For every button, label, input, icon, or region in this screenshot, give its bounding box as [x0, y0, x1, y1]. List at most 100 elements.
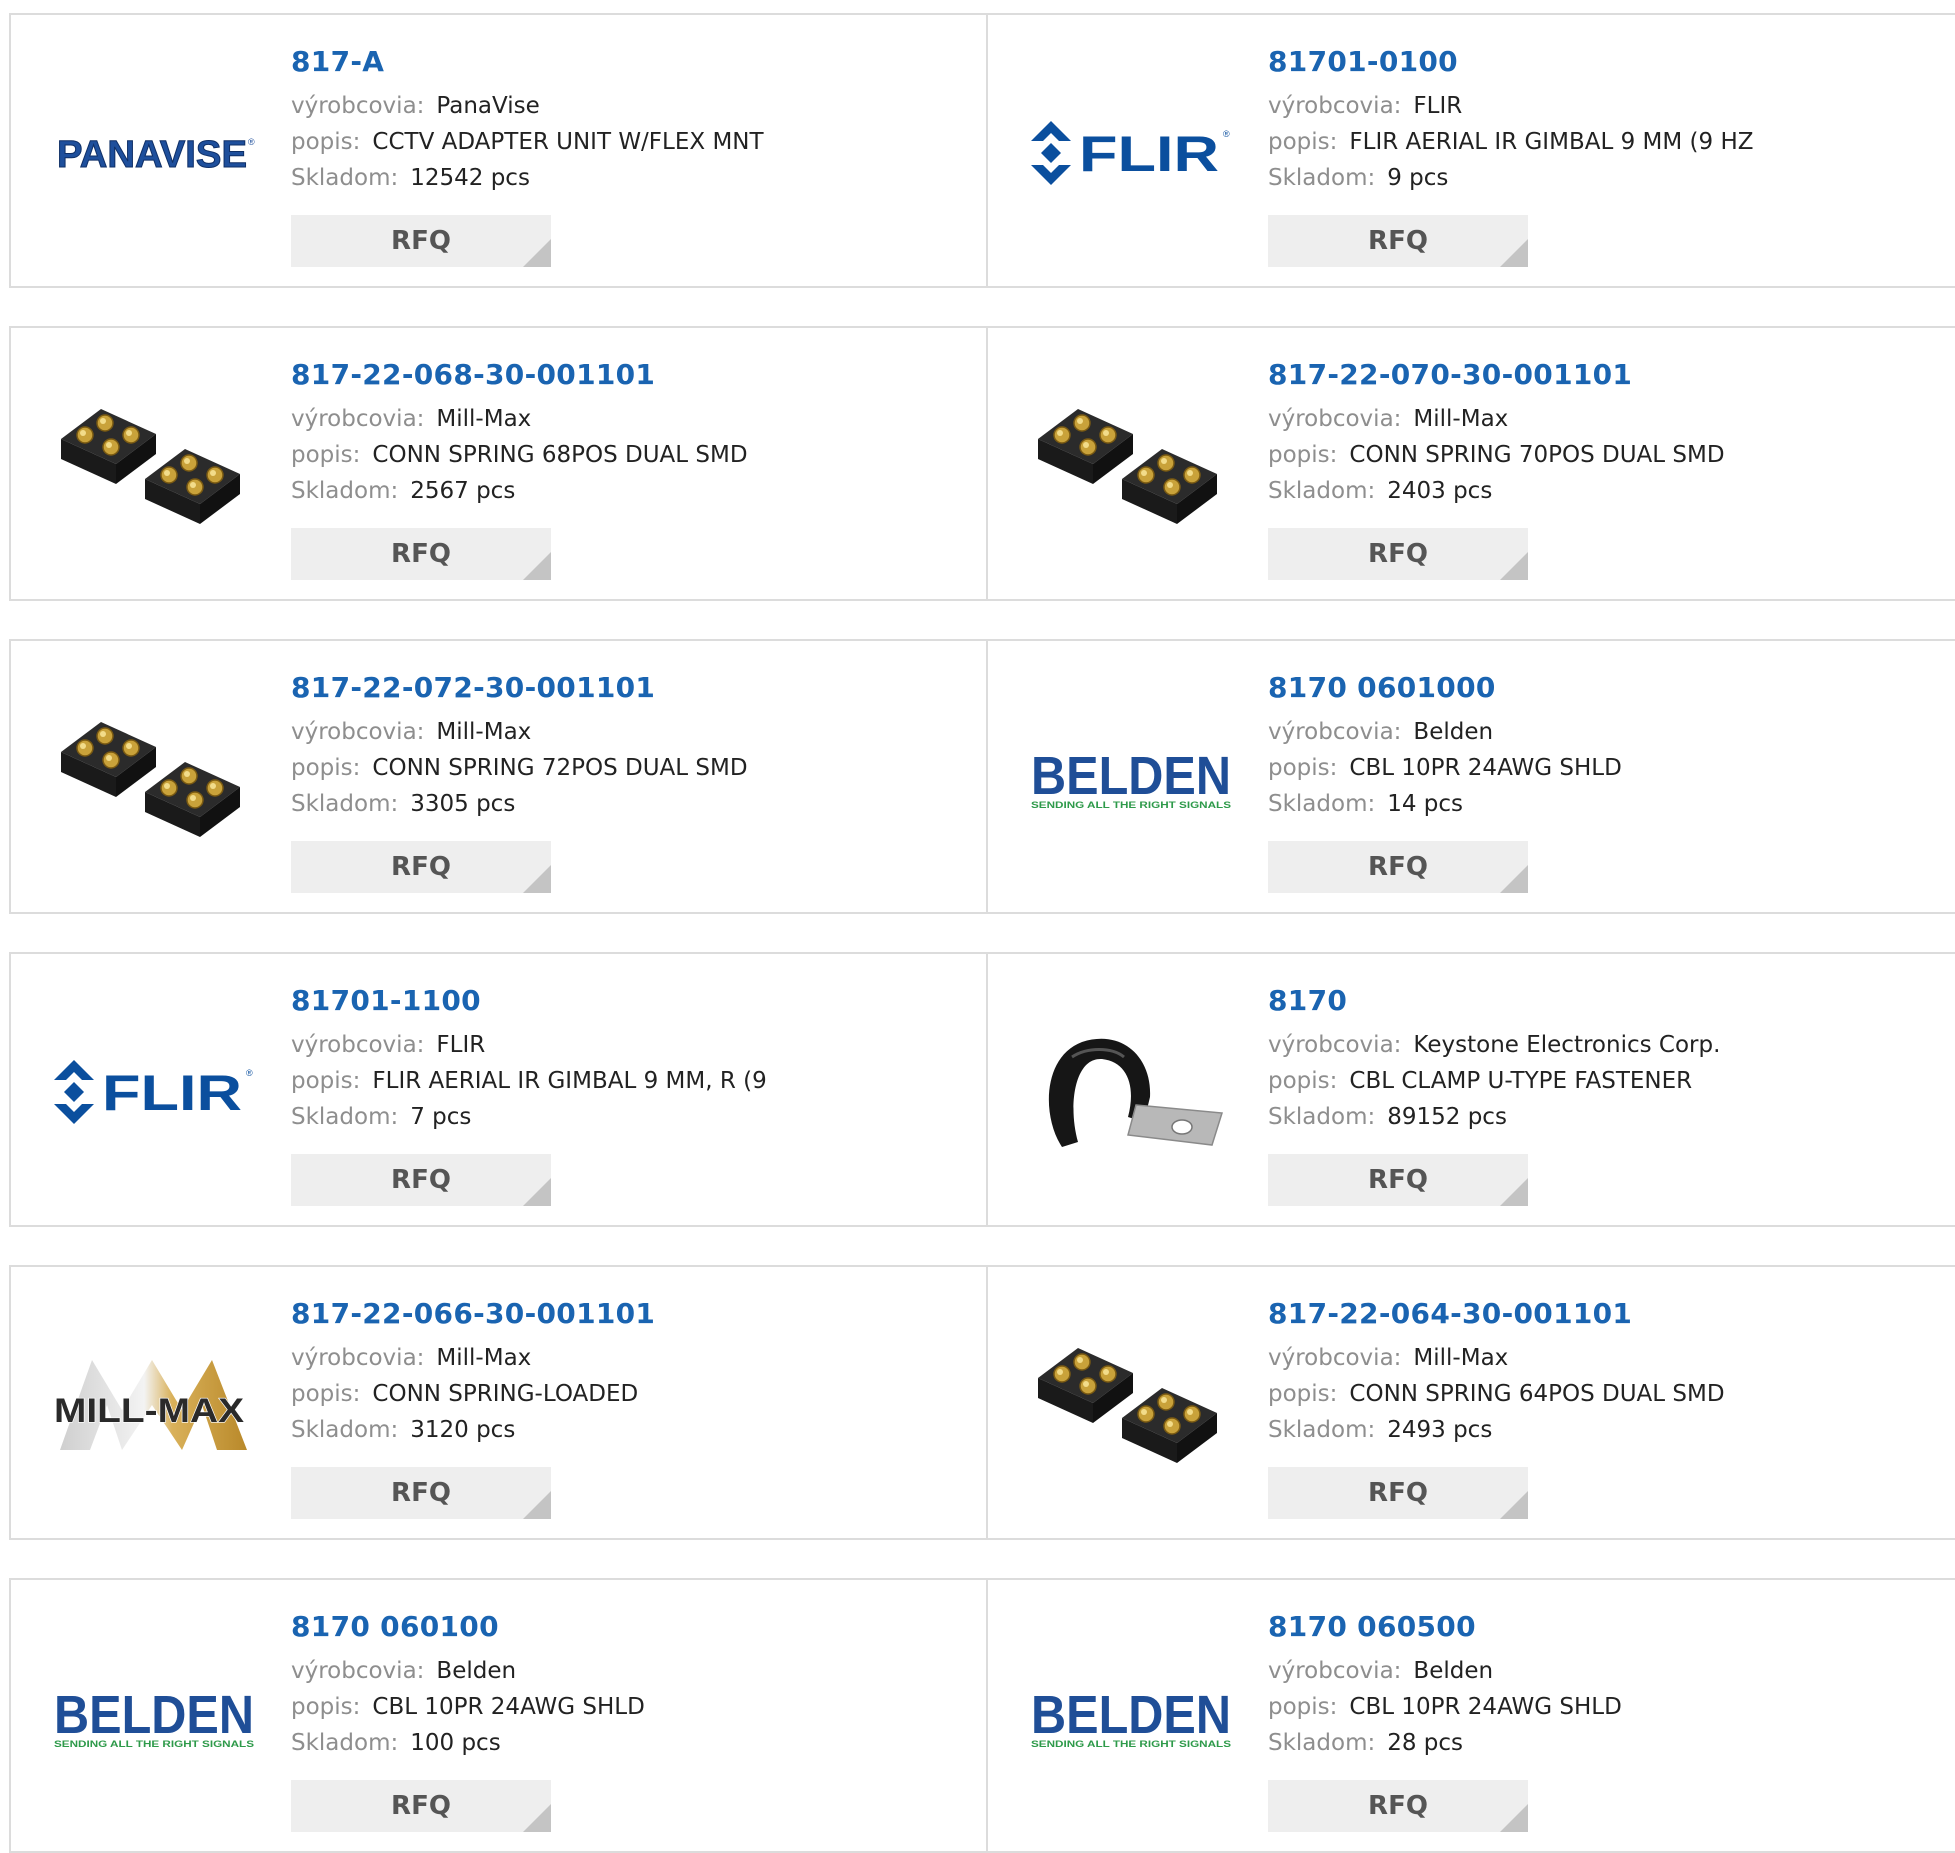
- product-info: 817-22-070-30-001101 výrobcovia: Mill-Max…: [1268, 358, 1945, 509]
- manufacturer-label: výrobcovia:: [1268, 1658, 1402, 1684]
- product-info: 81701-0100 výrobcovia: FLIR popis: FLIR AE…: [1268, 45, 1945, 196]
- part-number-link[interactable]: 817-22-072-30-001101: [291, 671, 976, 705]
- part-number-link[interactable]: 817-22-070-30-001101: [1268, 358, 1945, 392]
- stock-label: Skladom:: [1268, 791, 1376, 817]
- rfq-button[interactable]: RFQ: [1268, 841, 1528, 893]
- manufacturer-value: Keystone Electronics Corp.: [1413, 1032, 1721, 1058]
- part-number-link[interactable]: 817-22-066-30-001101: [291, 1297, 976, 1331]
- flir-logo-text: FLIR: [1079, 126, 1219, 182]
- belden-logo-text: BELDEN: [54, 1685, 254, 1745]
- rfq-label: RFQ: [1368, 226, 1428, 256]
- spring-connector-image[interactable]: [1024, 390, 1239, 542]
- part-number-link[interactable]: 8170 060500: [1268, 1610, 1945, 1644]
- rfq-button[interactable]: RFQ: [291, 1467, 551, 1519]
- rfq-button[interactable]: RFQ: [1268, 1467, 1528, 1519]
- description-row: popis: CONN SPRING 68POS DUAL SMD: [291, 437, 976, 473]
- part-number-link[interactable]: 8170 060100: [291, 1610, 976, 1644]
- corner-triangle-icon: [523, 1804, 551, 1832]
- manufacturer-row: výrobcovia: Mill-Max: [1268, 401, 1945, 437]
- corner-triangle-icon: [523, 1491, 551, 1519]
- stock-row: Skladom: 7 pcs: [291, 1099, 976, 1135]
- description-label: popis:: [1268, 1694, 1338, 1720]
- rfq-button[interactable]: RFQ: [291, 528, 551, 580]
- stock-value: 3305 pcs: [410, 791, 516, 817]
- manufacturer-row: výrobcovia: PanaVise: [291, 88, 976, 124]
- panavise-logo-text: PANAVISE: [57, 134, 247, 176]
- rfq-button[interactable]: RFQ: [291, 1154, 551, 1206]
- stock-label: Skladom:: [1268, 478, 1376, 504]
- rfq-button[interactable]: RFQ: [1268, 528, 1528, 580]
- part-number-link[interactable]: 817-A: [291, 45, 976, 79]
- manufacturer-label: výrobcovia:: [291, 1658, 425, 1684]
- manufacturer-label: výrobcovia:: [291, 719, 425, 745]
- spring-connector-image[interactable]: [47, 390, 262, 542]
- belden-logo[interactable]: BELDEN SENDING ALL THE RIGHT SIGNALS: [1024, 1642, 1239, 1794]
- spring-connector-image[interactable]: [47, 703, 262, 855]
- stock-row: Skladom: 9 pcs: [1268, 160, 1945, 196]
- stock-row: Skladom: 3305 pcs: [291, 786, 976, 822]
- part-number-link[interactable]: 8170: [1268, 984, 1945, 1018]
- stock-label: Skladom:: [1268, 1417, 1376, 1443]
- stock-row: Skladom: 12542 pcs: [291, 160, 976, 196]
- flir-logo[interactable]: FLIR ®: [47, 1016, 262, 1168]
- stock-label: Skladom:: [1268, 165, 1376, 191]
- stock-label: Skladom:: [291, 478, 399, 504]
- stock-label: Skladom:: [291, 791, 399, 817]
- rfq-button[interactable]: RFQ: [291, 841, 551, 893]
- product-card-8: 8170 výrobcovia: Keystone Electronics Cor…: [986, 952, 1955, 1227]
- description-row: popis: CONN SPRING 70POS DUAL SMD: [1268, 437, 1945, 473]
- manufacturer-row: výrobcovia: Belden: [1268, 714, 1945, 750]
- description-value: FLIR AERIAL IR GIMBAL 9 MM, R (9: [372, 1068, 767, 1094]
- description-label: popis:: [291, 755, 361, 781]
- stock-label: Skladom:: [291, 1104, 399, 1130]
- manufacturer-row: výrobcovia: FLIR: [291, 1027, 976, 1063]
- stock-value: 100 pcs: [410, 1730, 501, 1756]
- rfq-button[interactable]: RFQ: [1268, 1780, 1528, 1832]
- stock-value: 9 pcs: [1387, 165, 1449, 191]
- rfq-button[interactable]: RFQ: [1268, 215, 1528, 267]
- description-value: CONN SPRING 68POS DUAL SMD: [372, 442, 748, 468]
- corner-triangle-icon: [1500, 1491, 1528, 1519]
- flir-logo[interactable]: FLIR ®: [1024, 77, 1239, 229]
- product-info: 8170 060100 výrobcovia: Belden popis: CBL …: [291, 1610, 976, 1761]
- stock-row: Skladom: 2403 pcs: [1268, 473, 1945, 509]
- corner-triangle-icon: [523, 865, 551, 893]
- panavise-logo[interactable]: PANAVISE ®: [47, 77, 262, 229]
- manufacturer-value: Mill-Max: [436, 1345, 532, 1371]
- product-info: 817-22-066-30-001101 výrobcovia: Mill-Max…: [291, 1297, 976, 1448]
- part-number-link[interactable]: 817-22-064-30-001101: [1268, 1297, 1945, 1331]
- part-number-link[interactable]: 81701-1100: [291, 984, 976, 1018]
- rfq-label: RFQ: [391, 539, 451, 569]
- rfq-button[interactable]: RFQ: [1268, 1154, 1528, 1206]
- description-row: popis: FLIR AERIAL IR GIMBAL 9 MM (9 HZ: [1268, 124, 1945, 160]
- rfq-button[interactable]: RFQ: [291, 1780, 551, 1832]
- description-label: popis:: [1268, 129, 1338, 155]
- manufacturer-value: Belden: [1413, 719, 1494, 745]
- part-number-link[interactable]: 817-22-068-30-001101: [291, 358, 976, 392]
- part-number-link[interactable]: 8170 0601000: [1268, 671, 1945, 705]
- rfq-label: RFQ: [391, 1478, 451, 1508]
- rfq-button[interactable]: RFQ: [291, 215, 551, 267]
- product-card-12: BELDEN SENDING ALL THE RIGHT SIGNALS 8170…: [986, 1578, 1955, 1853]
- stock-label: Skladom:: [291, 1730, 399, 1756]
- belden-logo[interactable]: BELDEN SENDING ALL THE RIGHT SIGNALS: [47, 1642, 262, 1794]
- manufacturer-value: Mill-Max: [436, 406, 532, 432]
- manufacturer-label: výrobcovia:: [291, 93, 425, 119]
- spring-connector-image[interactable]: [1024, 1329, 1239, 1481]
- manufacturer-value: Mill-Max: [1413, 1345, 1509, 1371]
- description-label: popis:: [291, 1694, 361, 1720]
- stock-row: Skladom: 2567 pcs: [291, 473, 976, 509]
- part-number-link[interactable]: 81701-0100: [1268, 45, 1945, 79]
- belden-logo[interactable]: BELDEN SENDING ALL THE RIGHT SIGNALS: [1024, 703, 1239, 855]
- rfq-label: RFQ: [1368, 539, 1428, 569]
- millmax-logo[interactable]: MILL-MAX: [47, 1329, 262, 1481]
- description-row: popis: CBL CLAMP U-TYPE FASTENER: [1268, 1063, 1945, 1099]
- product-card-6: BELDEN SENDING ALL THE RIGHT SIGNALS 8170…: [986, 639, 1955, 914]
- manufacturer-label: výrobcovia:: [1268, 406, 1402, 432]
- description-value: CONN SPRING 64POS DUAL SMD: [1349, 1381, 1725, 1407]
- corner-triangle-icon: [1500, 1804, 1528, 1832]
- stock-value: 28 pcs: [1387, 1730, 1464, 1756]
- manufacturer-label: výrobcovia:: [291, 1345, 425, 1371]
- rfq-label: RFQ: [1368, 852, 1428, 882]
- cable-clamp-image[interactable]: [1024, 1016, 1239, 1168]
